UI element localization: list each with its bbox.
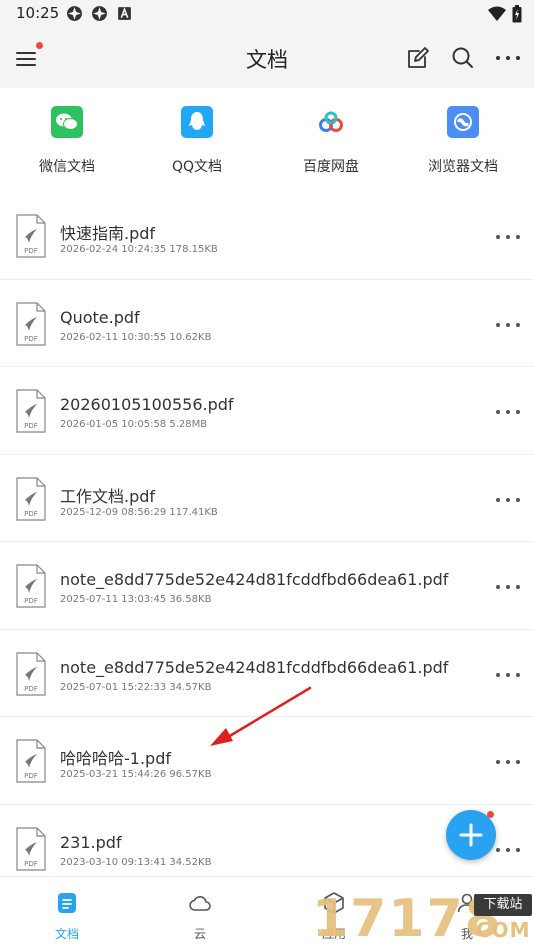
pdf-file-icon: PDF bbox=[16, 476, 46, 521]
more-options-icon[interactable] bbox=[494, 320, 522, 330]
tab-documents[interactable]: 文档 bbox=[17, 891, 117, 942]
svg-text:PDF: PDF bbox=[24, 685, 38, 693]
pdf-file-icon: PDF bbox=[16, 564, 46, 608]
more-options-icon[interactable] bbox=[494, 232, 522, 242]
svg-text:PDF: PDF bbox=[24, 247, 38, 255]
file-meta: 2026-02-24 10:24:35 178.15KB bbox=[60, 244, 218, 255]
more-options-icon[interactable] bbox=[494, 670, 522, 680]
file-name: Quote.pdf bbox=[60, 307, 140, 327]
document-sources: 微信文档 QQ文档 百度网盘 浏览器文档 bbox=[0, 88, 534, 192]
source-baidu-netdisk[interactable]: 百度网盘 bbox=[264, 106, 398, 176]
svg-text:PDF: PDF bbox=[24, 422, 38, 430]
pdf-file-icon: PDF bbox=[16, 214, 46, 258]
document-icon bbox=[58, 893, 76, 913]
pdf-file-icon: PDF bbox=[16, 739, 46, 783]
more-options-icon[interactable] bbox=[494, 757, 522, 767]
tab-cloud[interactable]: 云 bbox=[150, 891, 250, 942]
file-meta: 2025-12-09 08:56:29 117.41KB bbox=[60, 506, 218, 518]
notification-badge bbox=[487, 811, 494, 818]
list-item[interactable]: PDF Quote.pdf 2026-02-11 10:30:55 10.62K… bbox=[0, 280, 534, 367]
file-meta: 2025-07-11 13:03:45 36.58KB bbox=[60, 594, 212, 605]
file-name: 快速指南.pdf bbox=[60, 224, 156, 243]
list-item[interactable]: PDF note_e8dd775de52e424d81fcddfbd66dea6… bbox=[0, 630, 534, 717]
source-label: 百度网盘 bbox=[303, 159, 359, 175]
svg-text:PDF: PDF bbox=[24, 510, 38, 518]
pdf-file-icon: PDF bbox=[16, 651, 46, 696]
more-options-icon[interactable] bbox=[494, 845, 522, 855]
list-item[interactable]: PDF 工作文档.pdf 2025-12-09 08:56:29 117.41K… bbox=[0, 455, 534, 542]
watermark-logo: 17178 下载站 COM bbox=[310, 888, 534, 950]
source-label: QQ文档 bbox=[171, 159, 223, 175]
pdf-file-icon: PDF bbox=[16, 301, 46, 346]
tab-label: 云 bbox=[193, 927, 206, 941]
svg-text:PDF: PDF bbox=[24, 772, 38, 780]
file-meta: 2026-01-05 10:05:58 5.28MB bbox=[60, 419, 208, 430]
browser-icon bbox=[447, 106, 479, 138]
list-item[interactable]: PDF 快速指南.pdf 2026-02-24 10:24:35 178.15K… bbox=[0, 192, 534, 280]
app-notification-icon bbox=[118, 6, 131, 20]
file-name: note_e8dd775de52e424d81fcddfbd66dea61.pd… bbox=[60, 657, 449, 677]
notification-icons bbox=[66, 5, 133, 22]
app-bar: 文档 bbox=[0, 28, 534, 88]
status-time: 10:25 bbox=[16, 4, 60, 22]
app-notification-icon bbox=[92, 6, 107, 21]
system-icons bbox=[488, 5, 522, 23]
list-item[interactable]: PDF note_e8dd775de52e424d81fcddfbd66dea6… bbox=[0, 542, 534, 630]
edit-icon[interactable] bbox=[405, 45, 431, 71]
list-item[interactable]: PDF 20260105100556.pdf 2026-01-05 10:05:… bbox=[0, 367, 534, 455]
more-options-icon[interactable] bbox=[494, 582, 522, 592]
file-name: 20260105100556.pdf bbox=[60, 395, 234, 414]
more-options-icon[interactable] bbox=[494, 495, 522, 505]
file-name: 工作文档.pdf bbox=[60, 486, 156, 506]
file-meta: 2025-07-01 15:22:33 34.57KB bbox=[60, 681, 212, 693]
source-browser[interactable]: 浏览器文档 bbox=[396, 106, 530, 176]
source-label: 浏览器文档 bbox=[428, 159, 498, 175]
pdf-file-icon: PDF bbox=[16, 826, 46, 871]
file-name: 哈哈哈哈-1.pdf bbox=[60, 749, 171, 768]
battery-icon bbox=[512, 5, 522, 23]
file-meta: 2026-02-11 10:30:55 10.62KB bbox=[60, 331, 212, 343]
qq-icon bbox=[181, 106, 213, 138]
more-options-icon[interactable] bbox=[494, 50, 522, 66]
svg-text:PDF: PDF bbox=[24, 597, 38, 605]
app-notification-icon bbox=[67, 6, 82, 21]
wechat-icon bbox=[51, 106, 83, 138]
file-list: PDF 快速指南.pdf 2026-02-24 10:24:35 178.15K… bbox=[0, 192, 534, 876]
more-options-icon[interactable] bbox=[494, 407, 522, 417]
cloud-icon bbox=[189, 896, 211, 911]
watermark-suffix: COM bbox=[476, 918, 531, 942]
file-name: 231.pdf bbox=[60, 832, 122, 852]
wifi-icon bbox=[488, 6, 506, 21]
pdf-file-icon: PDF bbox=[16, 389, 46, 433]
source-wechat[interactable]: 微信文档 bbox=[0, 106, 134, 176]
svg-text:PDF: PDF bbox=[24, 860, 38, 868]
tab-label: 文档 bbox=[54, 927, 79, 941]
status-bar: 10:25 bbox=[0, 0, 534, 28]
list-item[interactable]: PDF 哈哈哈哈-1.pdf 2025-03-21 15:44:26 96.57… bbox=[0, 717, 534, 805]
watermark-label: 下载站 bbox=[474, 894, 532, 916]
file-meta: 2023-03-10 09:13:41 34.52KB bbox=[60, 856, 212, 868]
source-label: 微信文档 bbox=[39, 159, 95, 175]
source-qq[interactable]: QQ文档 bbox=[130, 106, 264, 176]
file-name: note_e8dd775de52e424d81fcddfbd66dea61.pd… bbox=[60, 570, 449, 589]
baidu-netdisk-icon bbox=[315, 106, 347, 138]
file-meta: 2025-03-21 15:44:26 96.57KB bbox=[60, 769, 212, 780]
svg-text:PDF: PDF bbox=[24, 335, 38, 343]
search-icon[interactable] bbox=[450, 45, 476, 71]
